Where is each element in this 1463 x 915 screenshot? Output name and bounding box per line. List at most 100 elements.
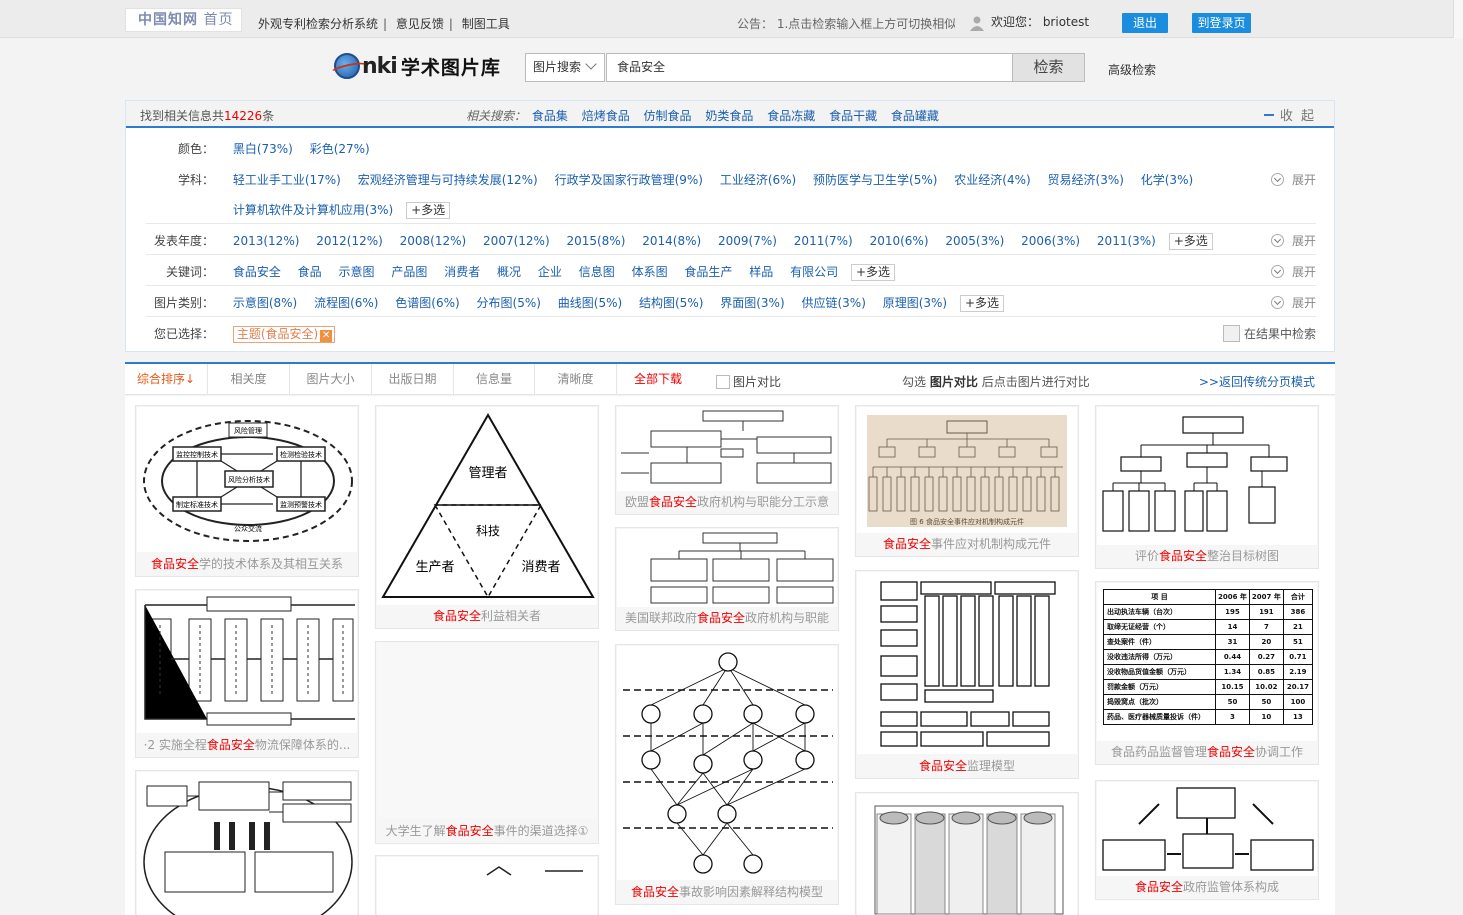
collapse-button[interactable]: 收 起 bbox=[1263, 105, 1316, 124]
filter-option[interactable]: 界面图(3%) bbox=[720, 296, 784, 310]
filter-option[interactable]: 曲线图(5%) bbox=[558, 296, 622, 310]
filter-option[interactable]: 色谱图(6%) bbox=[395, 296, 459, 310]
result-card[interactable]: 风险管理 风险分析技术 监控控制技术 检测检验技术 制定标准技术 监测预警技术 … bbox=[135, 405, 359, 577]
result-image[interactable]: 管理者 科技 生产者 消费者 bbox=[377, 407, 597, 605]
result-card[interactable]: 食品安全事故影响因素解释结构模型 bbox=[615, 644, 839, 905]
download-all-button[interactable]: 全部下载 bbox=[617, 364, 699, 395]
result-card[interactable]: 项 目 2006 年 2007 年 合计 出动执法车辆（台次） 195 191 386… bbox=[1095, 581, 1319, 765]
filter-option[interactable]: 行政学及国家行政管理(9%) bbox=[555, 173, 703, 187]
result-image[interactable]: 图 6 食品安全事件应对机制构成元件 bbox=[857, 407, 1077, 533]
result-card[interactable]: 食品安全政府监管体系构成 bbox=[1095, 780, 1319, 900]
advanced-search-link[interactable]: 高级检索 bbox=[1108, 61, 1156, 78]
scrollbar[interactable] bbox=[1453, 0, 1463, 38]
related-link[interactable]: 食品干藏 bbox=[829, 109, 877, 123]
patent-system-link[interactable]: 外观专利检索分析系统 bbox=[258, 17, 378, 31]
cnki-home-logo[interactable]: 中国知网 首页 bbox=[125, 8, 242, 32]
result-card[interactable] bbox=[855, 792, 1079, 915]
expand-button[interactable]: 展开 bbox=[1270, 294, 1316, 311]
related-link[interactable]: 食品集 bbox=[532, 109, 568, 123]
result-image-placeholder[interactable] bbox=[377, 643, 597, 819]
filter-option[interactable]: 2006(3%) bbox=[1021, 234, 1080, 248]
sort-tab-size[interactable]: 图片大小 bbox=[290, 364, 372, 395]
filter-option[interactable]: 概况 bbox=[497, 265, 521, 279]
result-image[interactable] bbox=[137, 772, 357, 915]
filter-option[interactable]: 农业经济(4%) bbox=[954, 173, 1030, 187]
result-caption[interactable]: 食品安全利益相关者 bbox=[376, 607, 598, 624]
result-caption[interactable]: 食品安全政府监管体系构成 bbox=[1096, 878, 1318, 895]
filter-option[interactable]: 2015(8%) bbox=[566, 234, 625, 248]
multi-select-button[interactable]: +多选 bbox=[1168, 233, 1213, 250]
selected-filter-tag[interactable]: 主题(食品安全) ✕ bbox=[232, 326, 336, 343]
filter-option[interactable]: 2011(3%) bbox=[1097, 234, 1156, 248]
home-link[interactable]: 首页 bbox=[203, 12, 233, 28]
result-card[interactable]: ·2 实施全程食品安全物流保障体系的... bbox=[135, 589, 359, 758]
search-in-results-checkbox[interactable] bbox=[1222, 325, 1240, 342]
result-caption[interactable]: 食品药品监督管理食品安全协调工作 bbox=[1096, 743, 1318, 760]
result-image[interactable] bbox=[137, 591, 357, 733]
compare-toggle[interactable]: 图片对比 bbox=[716, 373, 781, 390]
filter-option[interactable]: 分布图(5%) bbox=[477, 296, 541, 310]
result-card[interactable]: 管理者 科技 生产者 消费者 食品安全利益相关者 bbox=[375, 405, 599, 629]
notice-ticker[interactable]: 公告： 1.点击检索输入框上方可切换相似 bbox=[737, 15, 955, 32]
filter-option[interactable]: 示意图 bbox=[339, 265, 375, 279]
filter-option[interactable]: 食品生产 bbox=[684, 265, 732, 279]
filter-option[interactable]: 2014(8%) bbox=[642, 234, 701, 248]
sort-tab-date[interactable]: 出版日期 bbox=[372, 364, 454, 395]
filter-option[interactable]: 工业经济(6%) bbox=[720, 173, 796, 187]
result-caption[interactable]: 美国联邦政府食品安全政府机构与职能 bbox=[616, 609, 838, 626]
result-caption[interactable]: 大学生了解食品安全事件的渠道选择① bbox=[376, 822, 598, 839]
filter-option[interactable]: 2005(3%) bbox=[945, 234, 1004, 248]
search-in-results[interactable]: 在结果中检索 bbox=[1222, 325, 1316, 342]
logout-button[interactable]: 退出 bbox=[1122, 13, 1168, 33]
result-caption[interactable]: 评价食品安全整治目标树图 bbox=[1096, 547, 1318, 564]
sort-tab-relevance[interactable]: 相关度 bbox=[208, 364, 290, 395]
sort-tab-clarity[interactable]: 清晰度 bbox=[535, 364, 617, 395]
filter-option[interactable]: 宏观经济管理与可持续发展(12%) bbox=[358, 173, 538, 187]
filter-option[interactable]: 黑白(73%) bbox=[233, 142, 293, 156]
chart-tool-link[interactable]: 制图工具 bbox=[462, 17, 510, 31]
result-card[interactable]: 欧盟食品安全政府机构与职能分工示意 bbox=[615, 405, 839, 515]
multi-select-button[interactable]: +多选 bbox=[406, 202, 451, 219]
result-image[interactable]: 项 目 2006 年 2007 年 合计 出动执法车辆（台次） 195 191 386… bbox=[1097, 583, 1317, 741]
filter-option[interactable]: 2010(6%) bbox=[870, 234, 929, 248]
expand-button[interactable]: 展开 bbox=[1270, 263, 1316, 280]
search-type-select[interactable]: 图片搜索 bbox=[525, 53, 605, 82]
filter-option[interactable]: 2012(12%) bbox=[316, 234, 383, 248]
result-image[interactable] bbox=[617, 407, 837, 491]
filter-option[interactable]: 轻工业手工业(17%) bbox=[233, 173, 341, 187]
result-image[interactable] bbox=[377, 857, 597, 915]
result-card[interactable]: 图 6 食品安全事件应对机制构成元件 食品安全事件应对机制构成元件 bbox=[855, 405, 1079, 557]
login-page-button[interactable]: 到登录页 bbox=[1192, 13, 1251, 33]
result-card[interactable] bbox=[375, 855, 599, 915]
filter-option[interactable]: 原理图(3%) bbox=[883, 296, 947, 310]
result-caption[interactable]: 食品安全学的技术体系及其相互关系 bbox=[136, 555, 358, 572]
filter-option[interactable]: 食品安全 bbox=[233, 265, 281, 279]
filter-option[interactable]: 2007(12%) bbox=[483, 234, 550, 248]
filter-option[interactable]: 化学(3%) bbox=[1141, 173, 1193, 187]
result-image[interactable] bbox=[617, 646, 837, 880]
result-image[interactable] bbox=[1097, 782, 1317, 876]
sort-tab-info[interactable]: 信息量 bbox=[454, 364, 535, 395]
result-image[interactable] bbox=[1097, 407, 1317, 545]
related-link[interactable]: 奶类食品 bbox=[705, 109, 753, 123]
filter-option[interactable]: 彩色(27%) bbox=[310, 142, 370, 156]
close-icon[interactable]: ✕ bbox=[320, 330, 333, 342]
result-caption[interactable]: 食品安全事故影响因素解释结构模型 bbox=[616, 883, 838, 900]
related-link[interactable]: 食品冻藏 bbox=[767, 109, 815, 123]
filter-option[interactable]: 2013(12%) bbox=[233, 234, 300, 248]
filter-option[interactable]: 示意图(8%) bbox=[233, 296, 297, 310]
filter-option[interactable]: 2008(12%) bbox=[400, 234, 467, 248]
filter-option[interactable]: 样品 bbox=[749, 265, 773, 279]
result-card[interactable] bbox=[135, 770, 359, 915]
filter-option[interactable]: 2009(7%) bbox=[718, 234, 777, 248]
result-image[interactable]: 风险管理 风险分析技术 监控控制技术 检测检验技术 制定标准技术 监测预警技术 … bbox=[137, 407, 357, 552]
back-to-paging-link[interactable]: >>返回传统分页模式 bbox=[1199, 373, 1315, 390]
filter-option[interactable]: 有限公司 bbox=[790, 265, 838, 279]
filter-option[interactable]: 产品图 bbox=[391, 265, 427, 279]
filter-option[interactable]: 结构图(5%) bbox=[639, 296, 703, 310]
filter-option[interactable]: 信息图 bbox=[579, 265, 615, 279]
filter-option[interactable]: 消费者 bbox=[444, 265, 480, 279]
filter-option[interactable]: 企业 bbox=[538, 265, 562, 279]
filter-option[interactable]: 供应链(3%) bbox=[801, 296, 865, 310]
sort-tab-overall[interactable]: 综合排序↓ bbox=[125, 364, 208, 395]
